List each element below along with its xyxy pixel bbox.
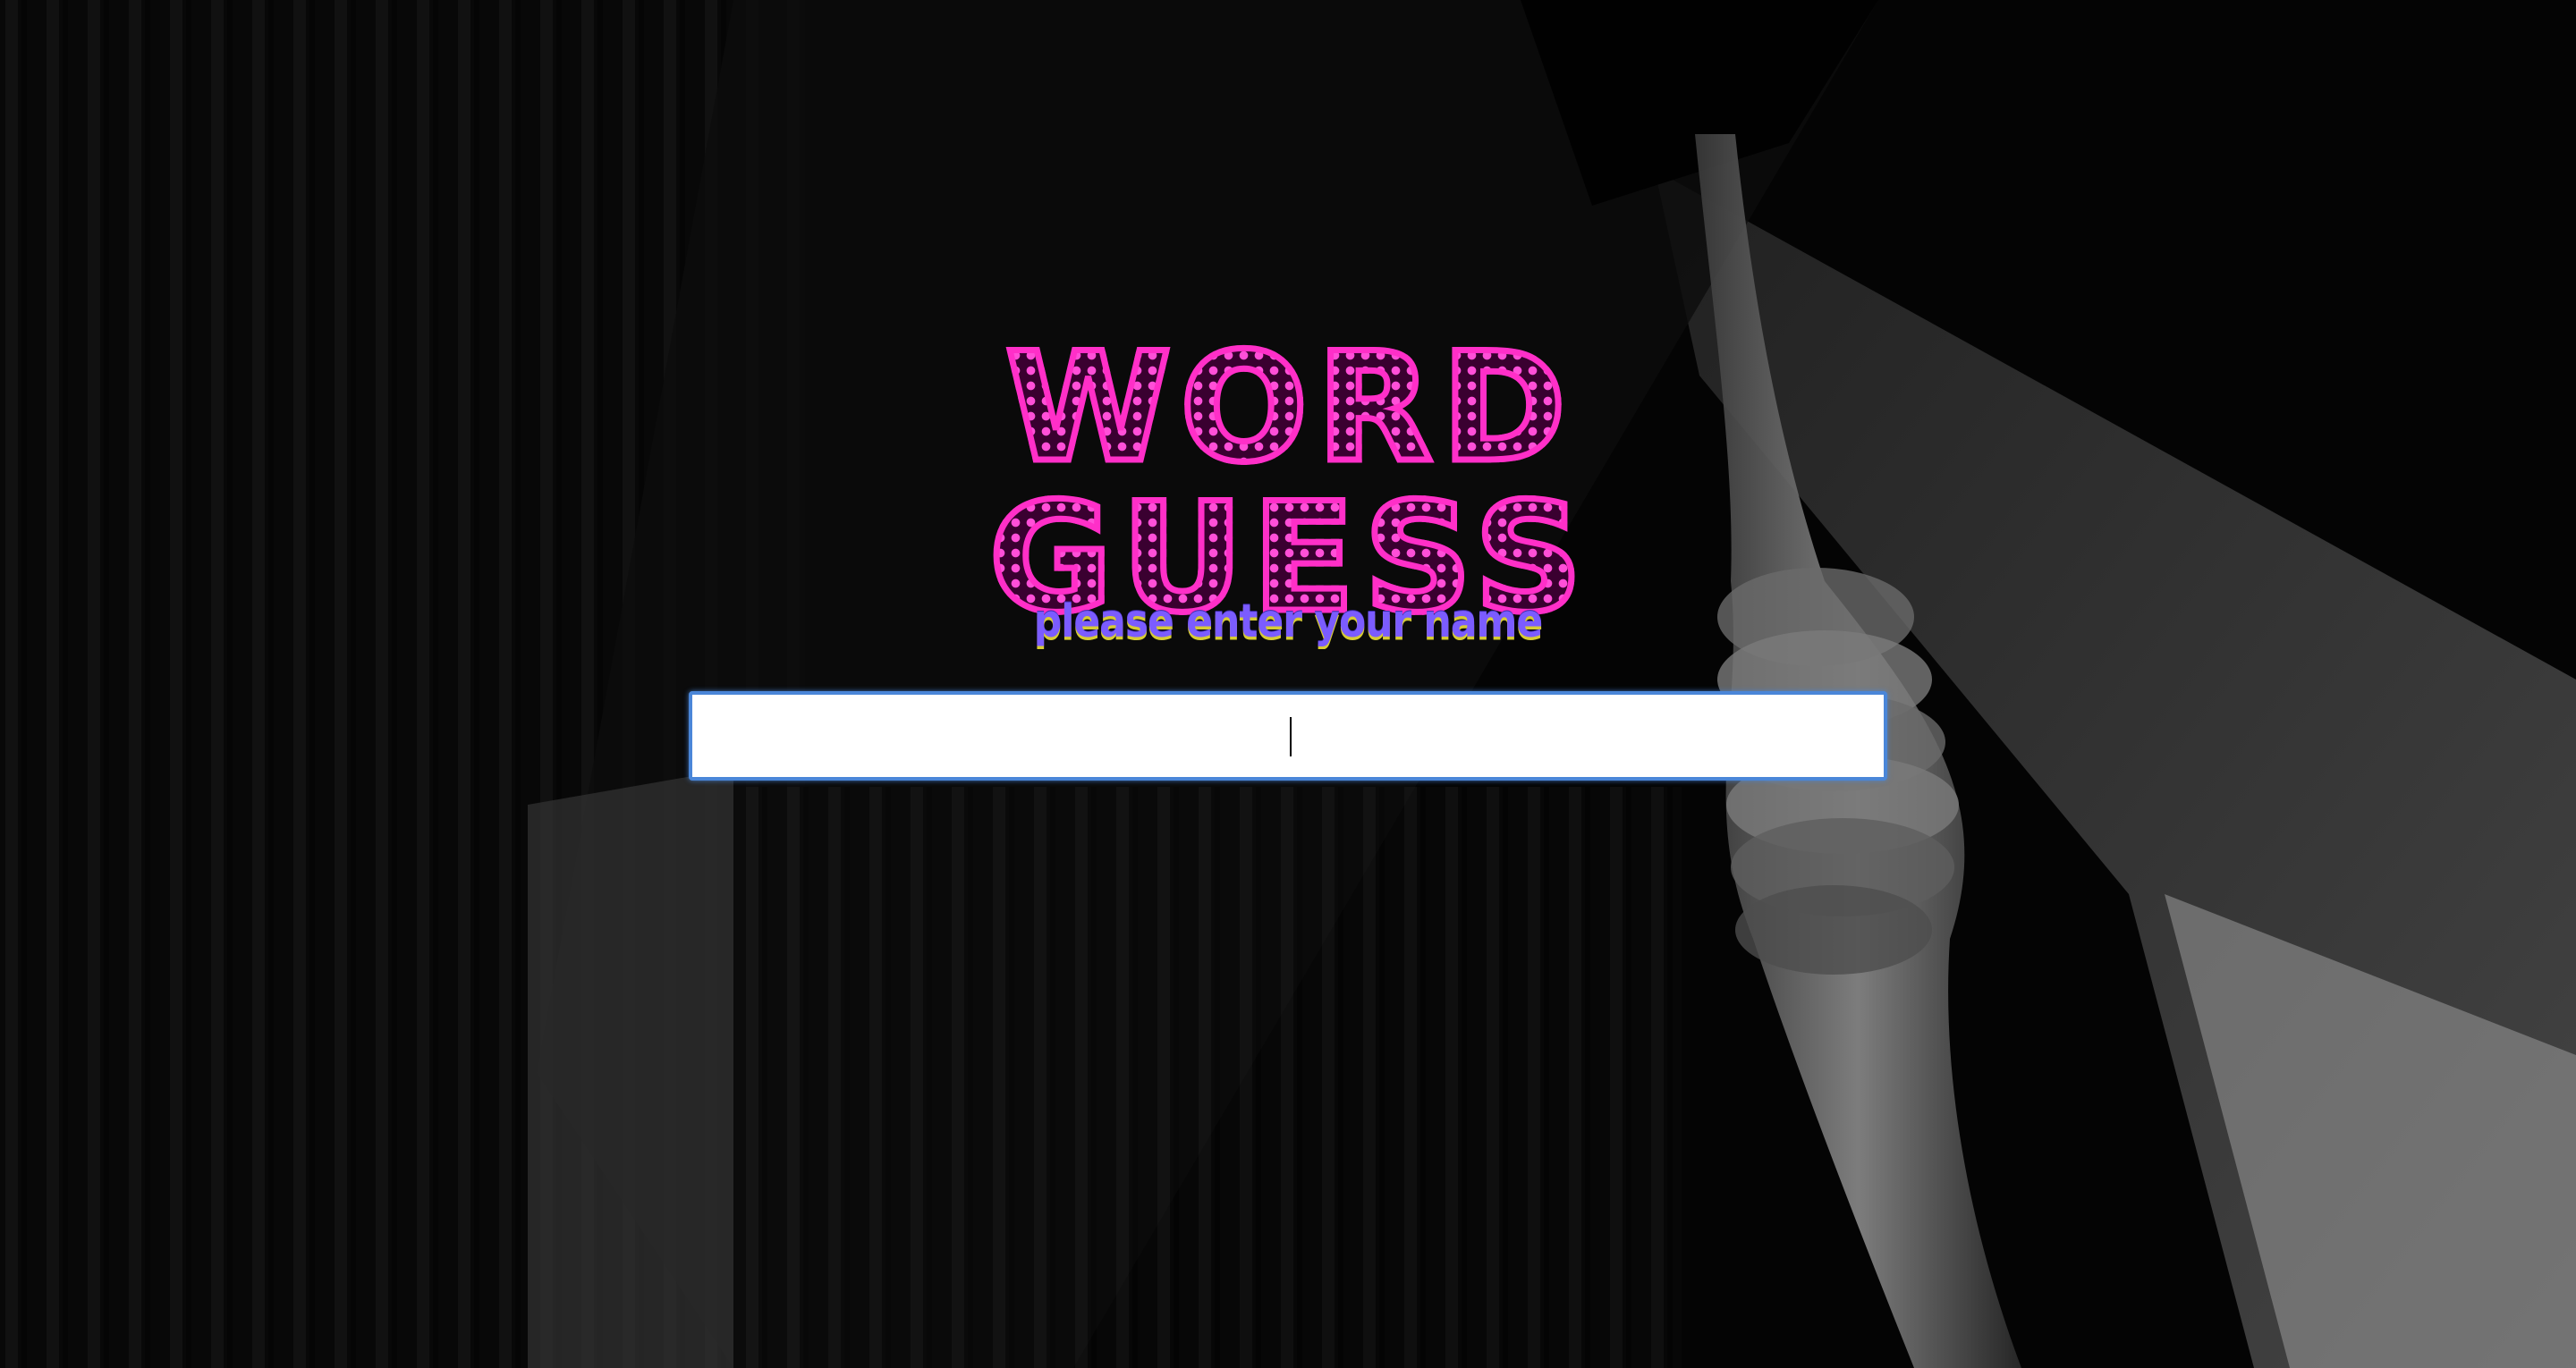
player-name-input[interactable]: [689, 691, 1887, 781]
text-caret: [1290, 717, 1292, 756]
name-prompt-label: please enter your name: [1033, 595, 1543, 648]
title-container: WORD GUESS: [765, 330, 1816, 637]
curtain-noose-background: [0, 0, 2576, 1368]
game-screen: WORD GUESS please enter your name: [0, 0, 2576, 1368]
game-title: WORD GUESS: [765, 330, 1816, 637]
